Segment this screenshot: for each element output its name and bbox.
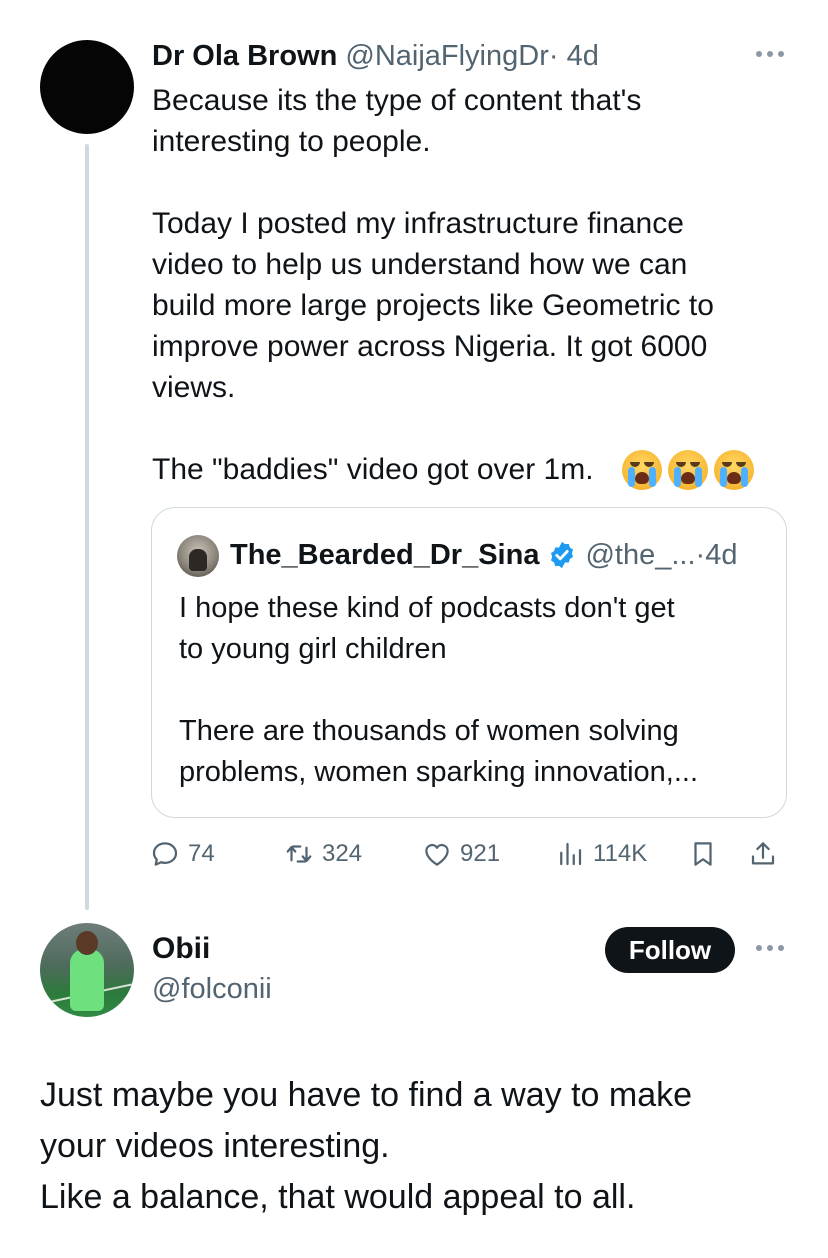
tweet-action-bar: 74 324 921 114K [150, 834, 790, 874]
meta-separator: · [548, 40, 559, 72]
more-options-icon[interactable] [752, 940, 788, 956]
thread-connector-line [85, 144, 89, 910]
bookmark-button[interactable] [688, 834, 718, 874]
author-name[interactable]: Dr Ola Brown [152, 40, 337, 72]
loudly-crying-face-icon [622, 450, 662, 490]
reply-text: Just maybe you have to find a way to mak… [40, 1076, 693, 1216]
loudly-crying-face-icon [714, 450, 754, 490]
share-icon [751, 842, 775, 865]
loudly-crying-face-icon [668, 450, 708, 490]
verified-badge-icon [551, 541, 574, 569]
repost-icon [286, 845, 312, 863]
like-count: 921 [460, 840, 501, 867]
quoted-tweet-header: The_Bearded_Dr_Sina @the_... · 4d [230, 536, 737, 574]
repost-button[interactable]: 324 [284, 834, 362, 874]
emoji-row [622, 450, 754, 490]
quoted-author-handle: @the_... [585, 539, 696, 571]
author-handle[interactable]: @NaijaFlyingDr [345, 40, 548, 72]
follow-button[interactable]: Follow [605, 927, 735, 973]
author-avatar[interactable] [40, 40, 134, 134]
quoted-meta-separator: · [695, 539, 706, 571]
quoted-author-avatar [177, 535, 219, 577]
views-button[interactable]: 114K [555, 834, 647, 874]
bookmark-icon [694, 842, 712, 866]
heart-icon [425, 843, 449, 866]
views-count: 114K [593, 840, 648, 867]
reply-author-name[interactable]: Obii [152, 930, 210, 968]
views-chart-icon [560, 842, 582, 866]
tweet-time[interactable]: 4d [567, 40, 599, 72]
like-button[interactable]: 921 [422, 834, 500, 874]
reply-author-handle[interactable]: @folconii [152, 970, 272, 1008]
reply-button[interactable]: 74 [150, 834, 215, 874]
quoted-tweet-text: I hope these kind of podcasts don't get … [179, 592, 699, 788]
share-button[interactable] [748, 834, 778, 874]
tweet-text: Because its the type of content that's i… [152, 84, 714, 486]
reply-icon [152, 842, 178, 866]
quoted-author-name: The_Bearded_Dr_Sina [230, 539, 540, 571]
quoted-tweet-time: 4d [705, 539, 738, 571]
tweet-header: Dr Ola Brown @NaijaFlyingDr· 4d [152, 38, 599, 74]
reply-author-avatar[interactable] [40, 923, 134, 1017]
more-options-icon[interactable] [752, 46, 788, 62]
repost-count: 324 [322, 840, 363, 867]
reply-count: 74 [188, 840, 215, 867]
